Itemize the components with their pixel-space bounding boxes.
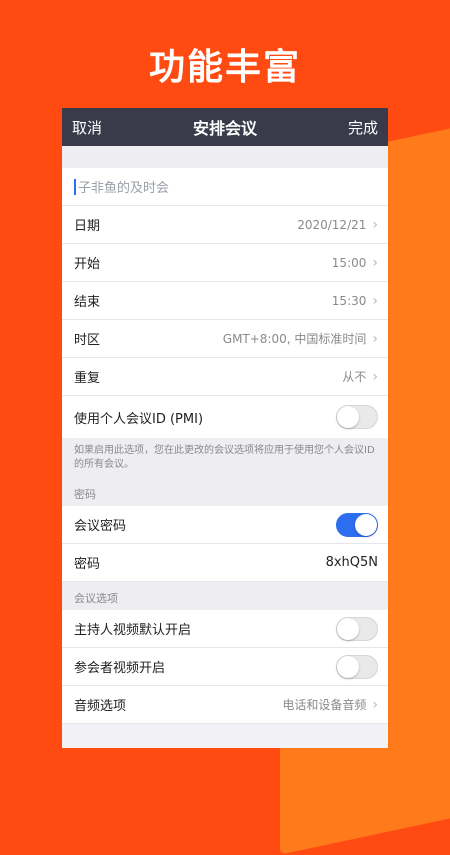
participant-video-label: 参会者视频开启 (74, 661, 166, 676)
text-cursor (74, 178, 76, 195)
chevron-right-icon: › (372, 696, 378, 713)
chevron-right-icon: › (372, 330, 378, 347)
date-label: 日期 (74, 219, 101, 234)
audio-options-label: 音频选项 (74, 699, 127, 714)
repeat-label: 重复 (74, 371, 101, 386)
meeting-password-label: 会议密码 (74, 519, 127, 534)
end-label: 结束 (74, 295, 101, 310)
start-label: 开始 (74, 257, 101, 272)
toggle-knob (337, 655, 359, 678)
cancel-button[interactable]: 取消 (72, 117, 102, 138)
date-row[interactable]: 日期 2020/12/21 › (62, 206, 388, 244)
chevron-right-icon: › (372, 292, 378, 309)
start-value: 15:00 (331, 255, 367, 270)
audio-options-row[interactable]: 音频选项 电话和设备音频 › (62, 686, 388, 724)
password-label: 密码 (74, 557, 101, 572)
repeat-value: 从不 (342, 370, 367, 384)
timezone-row[interactable]: 时区 GMT+8:00, 中国标准时间 › (62, 320, 388, 358)
promo-headline: 功能丰富 (148, 47, 301, 88)
date-value: 2020/12/21 (297, 217, 367, 232)
participant-video-row: 参会者视频开启 (62, 648, 388, 686)
audio-options-value: 电话和设备音频 (282, 698, 367, 712)
host-video-label: 主持人视频默认开启 (74, 623, 192, 638)
meeting-password-toggle[interactable] (336, 512, 378, 537)
pmi-toggle[interactable] (336, 405, 378, 429)
repeat-row[interactable]: 重复 从不 › (62, 358, 388, 396)
timezone-label: 时区 (74, 333, 101, 348)
navigation-bar: 取消 安排会议 完成 (62, 108, 388, 146)
host-video-toggle[interactable] (336, 616, 378, 641)
timezone-value: GMT+8:00, 中国标准时间 (222, 332, 367, 346)
end-time-row[interactable]: 结束 15:30 › (62, 282, 388, 320)
meeting-topic-placeholder: 子非鱼的及时会 (78, 181, 170, 196)
chevron-right-icon: › (372, 368, 378, 385)
pmi-description: 如果启用此选项，您在此更改的会议选项将应用于使用您个人会议ID的所有会议。 (62, 438, 388, 478)
schedule-meeting-screen: 取消 安排会议 完成 子非鱼的及时会 日期 2020/12/21 › 开始 15:… (62, 108, 388, 748)
participant-video-toggle[interactable] (336, 654, 378, 679)
done-button[interactable]: 完成 (348, 117, 378, 138)
meeting-password-row: 会议密码 (62, 506, 388, 544)
pmi-row: 使用个人会议ID (PMI) (62, 396, 388, 438)
chevron-right-icon: › (372, 254, 378, 271)
start-time-row[interactable]: 开始 15:00 › (62, 244, 388, 282)
password-row[interactable]: 密码 8xhQ5N (62, 544, 388, 582)
end-value: 15:30 (331, 293, 367, 308)
pmi-label: 使用个人会议ID (PMI) (74, 411, 204, 427)
screen-title: 安排会议 (192, 119, 257, 138)
meeting-topic-input[interactable]: 子非鱼的及时会 (62, 168, 388, 206)
toggle-knob (355, 513, 377, 536)
chevron-right-icon: › (372, 216, 378, 233)
password-value[interactable]: 8xhQ5N (326, 555, 378, 570)
toggle-knob (337, 617, 359, 640)
password-section-header: 密码 (62, 478, 388, 506)
toggle-knob (337, 406, 359, 428)
host-video-row: 主持人视频默认开启 (62, 610, 388, 648)
section-gap (62, 146, 388, 168)
meeting-options-section-header: 会议选项 (62, 582, 388, 610)
